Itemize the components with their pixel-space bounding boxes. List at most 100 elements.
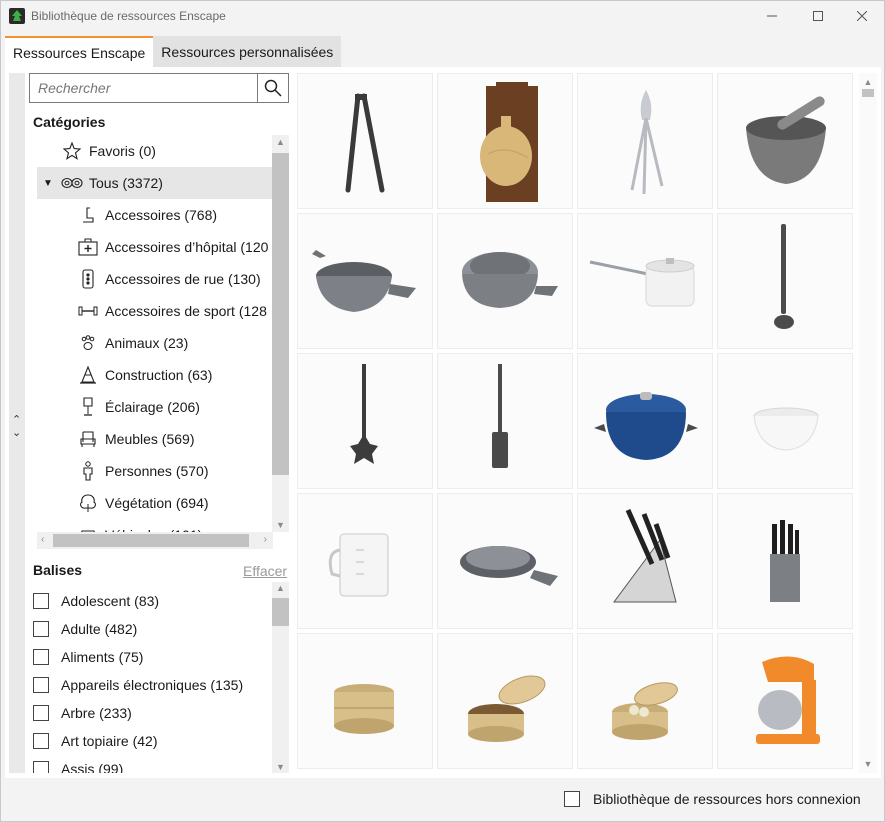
asset-tile-kitchen-tongs[interactable] [297, 73, 433, 209]
search-box [29, 73, 289, 103]
asset-tile-stand-mixer[interactable] [717, 633, 853, 769]
tag-item[interactable]: Appareils électroniques (135) [33, 671, 243, 699]
scrollbar-thumb[interactable] [862, 89, 874, 97]
tags-title: Balises [33, 562, 83, 578]
category-vegetation[interactable]: Végétation (694) [37, 487, 273, 519]
star-icon [61, 141, 83, 161]
scroll-down-icon[interactable]: ▼ [859, 759, 877, 769]
category-accessoires-rue[interactable]: Accessoires de rue (130) [37, 263, 273, 295]
category-label: Meubles (569) [105, 431, 195, 447]
tag-checkbox[interactable] [33, 677, 49, 693]
maximize-button[interactable] [795, 1, 841, 31]
offline-library-option[interactable]: Bibliothèque de ressources hors connexio… [564, 791, 861, 807]
scrollbar-thumb[interactable] [272, 598, 289, 626]
category-accessoires-hopital[interactable]: Accessoires d’hôpital (120 [37, 231, 273, 263]
category-label: Animaux (23) [105, 335, 189, 351]
category-favoris[interactable]: Favoris (0) [37, 135, 273, 167]
tab-enscape-assets[interactable]: Ressources Enscape [5, 36, 154, 67]
cone-icon [77, 365, 99, 385]
tag-checkbox[interactable] [33, 593, 49, 609]
asset-tile-braiser-pan[interactable] [437, 213, 573, 349]
tab-bar: Ressources Enscape Ressources personnali… [5, 36, 342, 67]
asset-tile-ladle[interactable] [717, 213, 853, 349]
category-tous[interactable]: ▼ Tous (3372) [37, 167, 273, 199]
asset-tile-citrus-juicer[interactable] [577, 73, 713, 209]
collapse-chevron-icon: ⌃ ⌄ [12, 414, 22, 439]
asset-tile-frying-pan[interactable] [437, 493, 573, 629]
person-icon [77, 461, 99, 481]
search-button[interactable] [257, 74, 288, 102]
close-button[interactable] [839, 1, 885, 31]
scroll-down-icon[interactable]: ▼ [272, 762, 289, 772]
asset-tile-spatula-star[interactable] [297, 353, 433, 489]
categories-title: Catégories [33, 114, 106, 130]
asset-tile-knife-block-steel[interactable] [717, 493, 853, 629]
scroll-down-icon[interactable]: ▼ [272, 520, 289, 530]
asset-tile-white-bowl[interactable] [717, 353, 853, 489]
tag-checkbox[interactable] [33, 761, 49, 773]
category-vertical-scrollbar[interactable]: ▲ ▼ [272, 135, 289, 532]
asset-tile-bamboo-steamer-open[interactable] [437, 633, 573, 769]
collapse-panel-toggle[interactable]: ⌃ ⌄ [9, 73, 25, 773]
asset-tile-slotted-turner[interactable] [437, 353, 573, 489]
asset-tile-mortar-pestle[interactable] [717, 73, 853, 209]
search-input[interactable] [30, 74, 257, 102]
asset-tile-measuring-jug[interactable] [297, 493, 433, 629]
scrollbar-thumb[interactable] [272, 153, 289, 475]
asset-tile-cast-iron-skillet[interactable] [297, 213, 433, 349]
minimize-button[interactable] [749, 1, 795, 31]
dumbbell-icon [77, 301, 99, 321]
chair-icon [77, 429, 99, 449]
asset-tile-knife-block-triangle[interactable] [577, 493, 713, 629]
scroll-left-icon[interactable]: ‹ [41, 534, 44, 545]
traffic-light-icon [77, 269, 99, 289]
window-title: Bibliothèque de ressources Enscape [31, 9, 226, 23]
category-personnes[interactable]: Personnes (570) [37, 455, 273, 487]
category-construction[interactable]: Construction (63) [37, 359, 273, 391]
asset-tile-bamboo-steamer[interactable] [297, 633, 433, 769]
category-eclairage[interactable]: Éclairage (206) [37, 391, 273, 423]
category-horizontal-scrollbar[interactable]: ‹ › [37, 532, 273, 549]
lamp-icon [77, 397, 99, 417]
asset-tile-dutch-oven[interactable] [577, 353, 713, 489]
tag-item[interactable]: Aliments (75) [33, 643, 143, 671]
tag-item[interactable]: Arbre (233) [33, 699, 132, 727]
tag-checkbox[interactable] [33, 649, 49, 665]
tag-checkbox[interactable] [33, 733, 49, 749]
tag-item[interactable]: Assis (99) [33, 755, 123, 773]
category-label: Accessoires d’hôpital (120 [105, 239, 269, 255]
tag-item[interactable]: Art topiaire (42) [33, 727, 157, 755]
infinity-icon [61, 173, 83, 193]
tab-custom-assets[interactable]: Ressources personnalisées [153, 36, 342, 67]
tags-vertical-scrollbar[interactable]: ▲ ▼ [272, 582, 289, 773]
category-animaux[interactable]: Animaux (23) [37, 327, 273, 359]
asset-library-window: Bibliothèque de ressources Enscape Resso… [0, 0, 885, 822]
asset-tile-saucepan[interactable] [577, 213, 713, 349]
asset-tile-bamboo-steamer-dumplings[interactable] [577, 633, 713, 769]
asset-tile-cutting-boards[interactable] [437, 73, 573, 209]
clear-tags-link[interactable]: Effacer [243, 563, 287, 579]
tag-checkbox[interactable] [33, 705, 49, 721]
scroll-up-icon[interactable]: ▲ [272, 137, 289, 147]
asset-grid-scrollbar[interactable]: ▲ ▼ [859, 73, 877, 773]
category-label: Personnes (570) [105, 463, 209, 479]
tag-item[interactable]: Adulte (482) [33, 615, 137, 643]
expand-triangle-icon[interactable]: ▼ [43, 178, 61, 189]
offline-library-checkbox[interactable] [564, 791, 580, 807]
accessory-icon [77, 205, 99, 225]
tag-checkbox[interactable] [33, 621, 49, 637]
minimize-icon [767, 15, 777, 17]
category-tree: Favoris (0) ▼ Tous (3372) Accessoires (7… [37, 135, 273, 535]
medical-kit-icon [77, 237, 99, 257]
tag-item[interactable]: Adolescent (83) [33, 587, 159, 615]
category-accessoires-sport[interactable]: Accessoires de sport (128 [37, 295, 273, 327]
scroll-up-icon[interactable]: ▲ [859, 77, 877, 87]
offline-library-label: Bibliothèque de ressources hors connexio… [593, 791, 861, 807]
category-meubles[interactable]: Meubles (569) [37, 423, 273, 455]
scroll-right-icon[interactable]: › [264, 534, 267, 545]
scroll-up-icon[interactable]: ▲ [272, 583, 289, 593]
category-accessoires[interactable]: Accessoires (768) [37, 199, 273, 231]
enscape-logo-icon [9, 8, 25, 24]
scrollbar-thumb[interactable] [53, 534, 249, 547]
tag-label: Aliments (75) [61, 649, 144, 665]
